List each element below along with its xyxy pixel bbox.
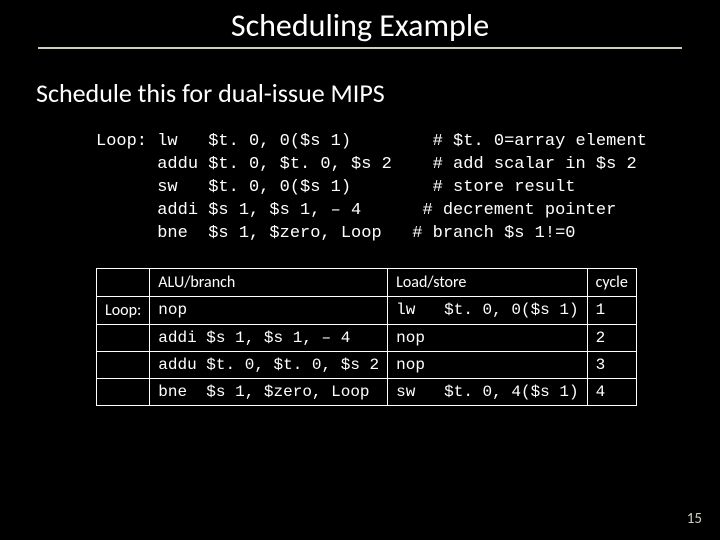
- slide-title: Scheduling Example: [0, 0, 720, 47]
- title-rule: [38, 47, 682, 49]
- cell: addi $s 1, $s 1, – 4: [150, 324, 388, 351]
- slide: Scheduling Example Schedule this for dua…: [0, 0, 720, 540]
- cell: addu $t. 0, $t. 0, $s 2: [150, 351, 388, 378]
- cell: [97, 351, 150, 378]
- table-row: addu $t. 0, $t. 0, $s 2 nop 3: [97, 351, 637, 378]
- cell: nop: [150, 296, 388, 324]
- cell: lw $t. 0, 0($s 1): [388, 296, 587, 324]
- cell: 3: [587, 351, 636, 378]
- table-header-row: ALU/branch Load/store cycle: [97, 268, 637, 296]
- cell: [97, 378, 150, 405]
- cell: sw $t. 0, 4($s 1): [388, 378, 587, 405]
- col-alu: ALU/branch: [150, 268, 388, 296]
- cell: [97, 324, 150, 351]
- col-loadstore: Load/store: [388, 268, 587, 296]
- slide-subtitle: Schedule this for dual-issue MIPS: [36, 77, 720, 109]
- cell: 2: [587, 324, 636, 351]
- table-row: addi $s 1, $s 1, – 4 nop 2: [97, 324, 637, 351]
- cell: Loop:: [97, 296, 150, 324]
- cell: nop: [388, 324, 587, 351]
- schedule-table: ALU/branch Load/store cycle Loop: nop lw…: [96, 268, 637, 406]
- page-number: 15: [687, 510, 702, 528]
- cell: nop: [388, 351, 587, 378]
- cell: bne $s 1, $zero, Loop: [150, 378, 388, 405]
- cell: 4: [587, 378, 636, 405]
- col-label: [97, 268, 150, 296]
- table-row: bne $s 1, $zero, Loop sw $t. 0, 4($s 1) …: [97, 378, 637, 405]
- table-row: Loop: nop lw $t. 0, 0($s 1) 1: [97, 296, 637, 324]
- code-block: Loop: lw $t. 0, 0($s 1) # $t. 0=array el…: [96, 131, 720, 246]
- col-cycle: cycle: [587, 268, 636, 296]
- cell: 1: [587, 296, 636, 324]
